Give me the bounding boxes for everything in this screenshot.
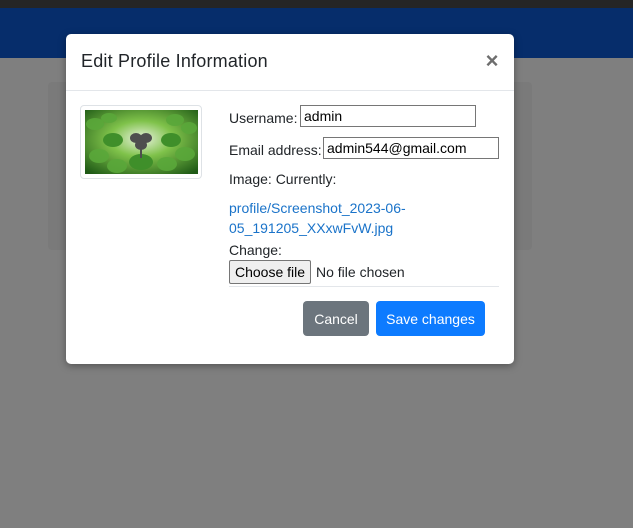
modal-title: Edit Profile Information (81, 51, 268, 71)
image-label: Image: Currently: (229, 171, 337, 187)
current-image-link[interactable]: profile/Screenshot_2023-06- 05_191205_XX… (229, 198, 429, 238)
modal-header: Edit Profile Information × (66, 34, 514, 91)
username-label: Username: (229, 110, 298, 126)
change-row: Change: (229, 242, 282, 258)
email-row: Email address: (229, 142, 322, 158)
username-field[interactable] (300, 105, 476, 127)
change-label: Change: (229, 242, 282, 258)
email-field[interactable] (323, 137, 499, 159)
no-file-chosen-text: No file chosen (316, 264, 405, 280)
edit-profile-modal: Edit Profile Information × Username: adm… (66, 34, 514, 364)
current-image-link-line2: 05_191205_XXxwFvW.jpg (229, 220, 394, 236)
choose-file-button[interactable]: Choose file (229, 260, 311, 284)
current-image-link-line1: profile/Screenshot_2023-06- (229, 200, 406, 216)
profile-thumbnail-image (85, 110, 198, 174)
email-label: Email address: (229, 142, 322, 158)
image-row: Image: Currently: (229, 171, 336, 187)
form-divider (229, 286, 499, 287)
cancel-button[interactable]: Cancel (303, 301, 369, 336)
username-row: Username: (229, 110, 297, 126)
save-changes-button[interactable]: Save changes (376, 301, 485, 336)
profile-thumbnail (80, 105, 202, 179)
close-icon[interactable]: × (482, 48, 502, 74)
